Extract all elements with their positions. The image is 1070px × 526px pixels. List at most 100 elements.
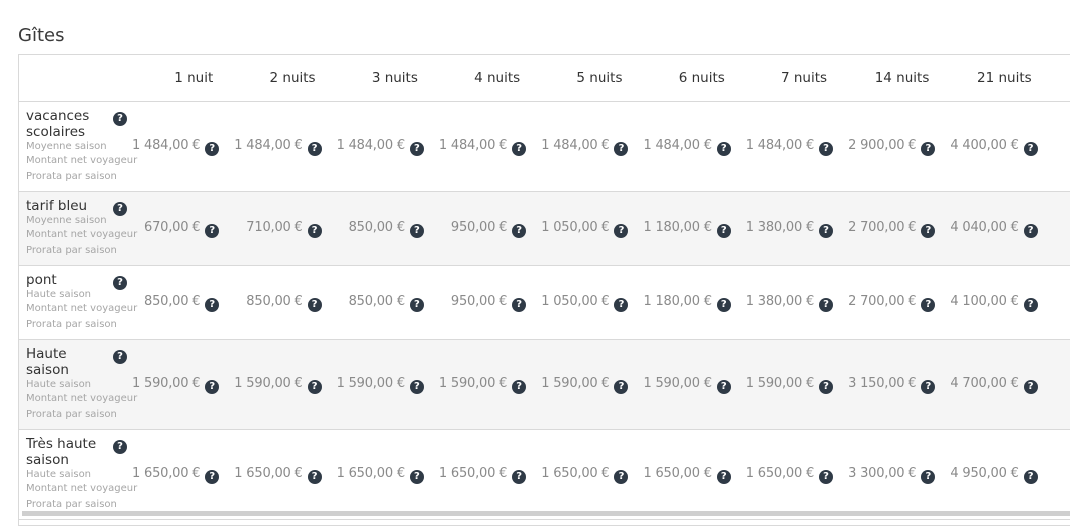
help-icon[interactable]: ? [1023, 379, 1038, 394]
rate-note: Prorata par saison [26, 409, 117, 420]
help-icon[interactable]: ? [113, 202, 127, 216]
price-value: 4 100,00 € [950, 293, 1019, 309]
help-icon[interactable]: ? [1023, 141, 1038, 156]
help-icon[interactable]: ? [614, 379, 629, 394]
table-row: Haute saison? Haute saison Montant net voy… [19, 339, 1070, 430]
help-icon[interactable]: ? [512, 379, 527, 394]
help-icon[interactable]: ? [205, 297, 220, 312]
table-row: vacances scolaires? Moyenne saison Montant… [19, 101, 1070, 192]
price-value: 1 590,00 € [336, 375, 405, 391]
price-cell: 2 700,00 €? [845, 266, 947, 340]
help-icon[interactable]: ? [716, 469, 731, 484]
help-icon[interactable]: ? [205, 379, 220, 394]
help-icon[interactable]: ? [614, 469, 629, 484]
price-cell: 6? [1050, 430, 1070, 520]
help-icon[interactable]: ? [113, 112, 127, 126]
price-value: 1 650,00 € [438, 465, 508, 481]
help-icon[interactable]: ? [614, 297, 629, 312]
price-value: 3 150,00 € [848, 375, 917, 391]
price-value: 1 650,00 € [643, 465, 712, 481]
help-icon[interactable]: ? [614, 223, 629, 238]
help-icon[interactable]: ? [205, 141, 220, 156]
help-icon[interactable]: ? [409, 379, 424, 394]
rate-name: Très haute saison [26, 436, 97, 468]
help-icon[interactable]: ? [307, 223, 322, 238]
price-value: 4 400,00 € [950, 137, 1019, 153]
column-header: 21 nuits [947, 55, 1050, 102]
help-icon[interactable]: ? [716, 141, 731, 156]
help-icon[interactable]: ? [113, 440, 127, 454]
price-cell: 1 650,00 €? [129, 430, 231, 520]
price-value: 4 950,00 € [950, 465, 1019, 481]
help-icon[interactable]: ? [409, 469, 424, 484]
help-icon[interactable]: ? [1023, 223, 1038, 238]
help-icon[interactable]: ? [921, 297, 936, 312]
price-cell: 3 300,00 €? [845, 430, 947, 520]
season-label: Haute saison [26, 289, 92, 300]
help-icon[interactable]: ? [921, 469, 936, 484]
rate-label-cell: tarif bleu? Moyenne saison Montant net voy… [19, 192, 137, 266]
help-icon[interactable]: ? [819, 469, 834, 484]
help-icon[interactable]: ? [113, 276, 127, 290]
season-label: Moyenne saison [26, 141, 107, 152]
price-value: 4 040,00 € [950, 219, 1019, 235]
price-value: 1 590,00 € [643, 375, 712, 391]
rate-label-cell: vacances scolaires? Moyenne saison Montant… [19, 102, 137, 192]
help-icon[interactable]: ? [512, 469, 527, 484]
price-cell: 4 400,00 €? [947, 102, 1049, 192]
column-header: 4 nuits [435, 55, 539, 102]
help-icon[interactable]: ? [819, 141, 834, 156]
page-title: Gîtes [18, 25, 65, 47]
help-icon[interactable]: ? [1023, 469, 1038, 484]
price-cell: 5? [1050, 266, 1070, 340]
help-icon[interactable]: ? [921, 141, 936, 156]
help-icon[interactable]: ? [819, 379, 834, 394]
help-icon[interactable]: ? [307, 297, 322, 312]
price-value: 1 484,00 € [336, 137, 405, 153]
help-icon[interactable]: ? [716, 297, 731, 312]
price-value: 1 650,00 € [234, 465, 303, 481]
price-cell: 850,00 €? [334, 266, 436, 340]
help-icon[interactable]: ? [716, 379, 731, 394]
help-icon[interactable]: ? [205, 469, 220, 484]
price-cell: 5? [1050, 192, 1070, 266]
help-icon[interactable]: ? [614, 141, 629, 156]
price-value: 2 900,00 € [848, 137, 917, 153]
price-value: 1 650,00 € [541, 465, 610, 481]
help-icon[interactable]: ? [307, 469, 322, 484]
help-icon[interactable]: ? [409, 223, 424, 238]
price-value: 1 650,00 € [745, 465, 815, 481]
help-icon[interactable]: ? [307, 141, 322, 156]
help-icon[interactable]: ? [409, 297, 424, 312]
price-cell: 2 900,00 €? [845, 102, 947, 192]
price-cell: 1 484,00 €? [538, 102, 640, 192]
price-cell: 3 150,00 €? [845, 340, 947, 430]
price-cell: 850,00 €? [231, 266, 333, 340]
help-icon[interactable]: ? [113, 350, 127, 364]
price-cell: 1 484,00 €? [334, 102, 436, 192]
help-icon[interactable]: ? [512, 223, 527, 238]
help-icon[interactable]: ? [512, 141, 527, 156]
price-value: 950,00 € [450, 219, 508, 235]
help-icon[interactable]: ? [921, 223, 936, 238]
help-icon[interactable]: ? [205, 223, 220, 238]
help-icon[interactable]: ? [819, 297, 834, 312]
price-cell: 1 590,00 €? [334, 340, 436, 430]
rate-label-cell: pont? Haute saison Montant net voyageur Pro… [19, 266, 137, 340]
help-icon[interactable]: ? [307, 379, 322, 394]
help-icon[interactable]: ? [921, 379, 936, 394]
help-icon[interactable]: ? [409, 141, 424, 156]
rate-label-cell: Très haute saison? Haute saison Montant ne… [19, 430, 137, 520]
rate-note: Montant net voyageur [26, 393, 138, 404]
help-icon[interactable]: ? [512, 297, 527, 312]
horizontal-scrollbar[interactable] [22, 511, 1070, 516]
price-value: 850,00 € [246, 293, 303, 309]
rates-table-container[interactable]: 1 nuit 2 nuits 3 nuits 4 nuits 5 nuits 6 nuit… [18, 54, 1070, 526]
price-cell: 1 180,00 €? [640, 266, 742, 340]
price-value: 1 484,00 € [643, 137, 712, 153]
price-cell: 850,00 €? [334, 192, 436, 266]
help-icon[interactable]: ? [819, 223, 834, 238]
price-cell: 1 650,00 €? [640, 430, 742, 520]
help-icon[interactable]: ? [1023, 297, 1038, 312]
help-icon[interactable]: ? [716, 223, 731, 238]
